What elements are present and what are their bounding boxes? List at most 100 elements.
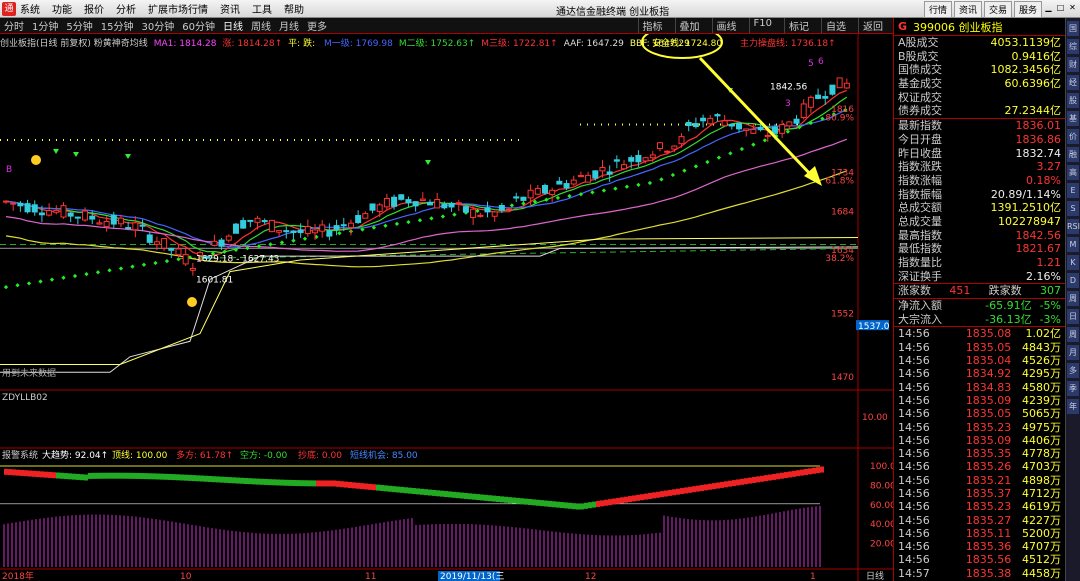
period-tab-2[interactable]: 5分钟	[66, 18, 92, 33]
side-tool-10[interactable]: S	[1067, 201, 1079, 216]
tick-time: 14:56	[898, 473, 930, 487]
trend-band-cell	[372, 484, 376, 491]
candle-body	[678, 136, 685, 145]
updown-row: 涨家数 451 跌家数 307	[894, 283, 1065, 298]
side-tool-2[interactable]: 财	[1067, 57, 1079, 72]
buy-arrow-icon	[53, 149, 59, 154]
period-tab-1[interactable]: 1分钟	[32, 18, 58, 33]
candle-body	[549, 189, 556, 196]
side-tool-3[interactable]: 经	[1067, 75, 1079, 90]
period-tab-8[interactable]: 月线	[279, 18, 299, 33]
quote-value: 0.18%	[1026, 173, 1061, 187]
side-tool-12[interactable]: M	[1067, 237, 1079, 252]
candle-body	[434, 199, 441, 209]
period-tab-4[interactable]: 30分钟	[141, 18, 174, 33]
trend-band-cell	[736, 479, 740, 486]
side-tool-7[interactable]: 融	[1067, 147, 1079, 162]
main-menu: 系统 功能 报价 分析 扩展市场行情 资讯 工具 帮助	[20, 1, 316, 16]
menu-item-2[interactable]: 报价	[84, 5, 104, 16]
kline-chart[interactable]: 1842.56 1601.81 1629.18 - 1627.43 用到未来数据 5 6 3…	[0, 34, 893, 581]
trend-band-cell	[272, 479, 276, 486]
quote-row-1: 今日开盘 1836.86	[894, 133, 1065, 147]
trend-dot	[452, 212, 457, 217]
side-tool-4[interactable]: 股	[1067, 93, 1079, 108]
side-tool-16[interactable]: 日	[1067, 309, 1079, 324]
side-tool-13[interactable]: K	[1067, 255, 1079, 270]
top-button-0[interactable]: 行情	[923, 1, 952, 18]
side-tool-5[interactable]: 基	[1067, 111, 1079, 126]
trend-band-cell	[296, 480, 300, 487]
side-tool-14[interactable]: D	[1067, 273, 1079, 288]
side-tool-15[interactable]: 周	[1067, 291, 1079, 306]
chart-tool-5[interactable]: 自选	[821, 18, 850, 33]
trend-band-cell	[44, 471, 48, 478]
side-tool-20[interactable]: 季	[1067, 381, 1079, 396]
side-tool-17[interactable]: 周	[1067, 327, 1079, 342]
tick-row: 14:56 1835.11 5200万	[894, 527, 1065, 540]
chart-tool-6[interactable]: 返回	[858, 18, 887, 33]
sub2-value: 短线机会: 85.00	[350, 449, 418, 461]
period-tab-9[interactable]: 更多	[307, 18, 327, 33]
period-tab-3[interactable]: 15分钟	[101, 18, 134, 33]
period-tab-6[interactable]: 日线	[223, 18, 243, 33]
chart-area[interactable]: 1842.56 1601.81 1629.18 - 1627.43 用到未来数据 5 6 3…	[0, 34, 893, 581]
trend-band-cell	[232, 477, 236, 484]
trend-band-cell	[520, 498, 524, 505]
chart-tool-1[interactable]: 叠加	[674, 18, 704, 33]
side-tool-0[interactable]: 国	[1067, 21, 1079, 36]
tick-list[interactable]: 14:56 1835.08 1.02亿 14:56 1835.05 4843万 14:56 1…	[894, 326, 1065, 580]
top-button-3[interactable]: 服务	[1013, 1, 1042, 18]
menu-item-6[interactable]: 工具	[252, 5, 272, 16]
menu-item-0[interactable]: 系统	[20, 5, 40, 16]
tick-row: 14:56 1835.23 4975万	[894, 421, 1065, 434]
x-axis-label: 日线	[866, 570, 884, 581]
trend-band-cell	[108, 472, 112, 479]
period-tab-0[interactable]: 分时	[4, 18, 24, 33]
side-tool-9[interactable]: E	[1067, 183, 1079, 198]
candle-body	[441, 203, 448, 209]
trend-band-cell	[724, 481, 728, 488]
candle-body	[606, 171, 613, 175]
side-tool-18[interactable]: 月	[1067, 345, 1079, 360]
tick-volume: 4975万	[1022, 420, 1061, 434]
tick-row: 14:56 1835.36 4707万	[894, 540, 1065, 553]
quote-label: 指数涨跌	[898, 160, 942, 174]
top-button-1[interactable]: 资讯	[953, 1, 982, 18]
chart-tool-2[interactable]: 画线	[711, 18, 741, 33]
chart-tool-3[interactable]: F10	[748, 18, 776, 33]
maximize-icon[interactable]: □	[1055, 2, 1066, 14]
menu-item-1[interactable]: 功能	[52, 5, 72, 16]
side-tool-8[interactable]: 高	[1067, 165, 1079, 180]
trend-band-cell	[816, 467, 820, 474]
trend-band-cell	[208, 475, 212, 482]
trend-band-cell	[444, 491, 448, 498]
stats-value: 0.9416亿	[1011, 49, 1062, 63]
candle-body	[671, 145, 678, 150]
menu-item-4[interactable]: 扩展市场行情	[148, 5, 208, 16]
period-tab-5[interactable]: 60分钟	[182, 18, 215, 33]
candle-body	[513, 196, 520, 199]
menu-item-7[interactable]: 帮助	[284, 5, 304, 16]
trend-band-cell	[28, 470, 32, 477]
side-tool-6[interactable]: 价	[1067, 129, 1079, 144]
candle-body	[369, 203, 376, 211]
tick-row: 14:57 1835.38 4458万	[894, 567, 1065, 580]
future-data-label: 用到未来数据	[2, 367, 56, 379]
chart-tool-4[interactable]: 标记	[784, 18, 813, 33]
period-tab-7[interactable]: 周线	[251, 18, 271, 33]
side-tool-21[interactable]: 年	[1067, 399, 1079, 414]
close-icon[interactable]: ✕	[1067, 2, 1078, 14]
side-tool-1[interactable]: 综	[1067, 39, 1079, 54]
side-tool-11[interactable]: RSI	[1067, 219, 1080, 234]
tick-volume: 4712万	[1022, 487, 1061, 500]
side-tool-19[interactable]: 多	[1067, 363, 1079, 378]
menu-item-5[interactable]: 资讯	[220, 5, 240, 16]
trend-dot	[72, 273, 78, 279]
side-toolbar: 国综财经股基价融高 E S RSI M K D 周日周月多季年	[1065, 18, 1080, 581]
candle-body	[304, 226, 311, 235]
flow-value: -36.13亿	[985, 312, 1032, 326]
chart-tool-0[interactable]: 指标	[637, 18, 667, 33]
minimize-icon[interactable]: ▁	[1043, 2, 1054, 14]
menu-item-3[interactable]: 分析	[116, 5, 136, 16]
top-button-2[interactable]: 交易	[983, 1, 1012, 18]
